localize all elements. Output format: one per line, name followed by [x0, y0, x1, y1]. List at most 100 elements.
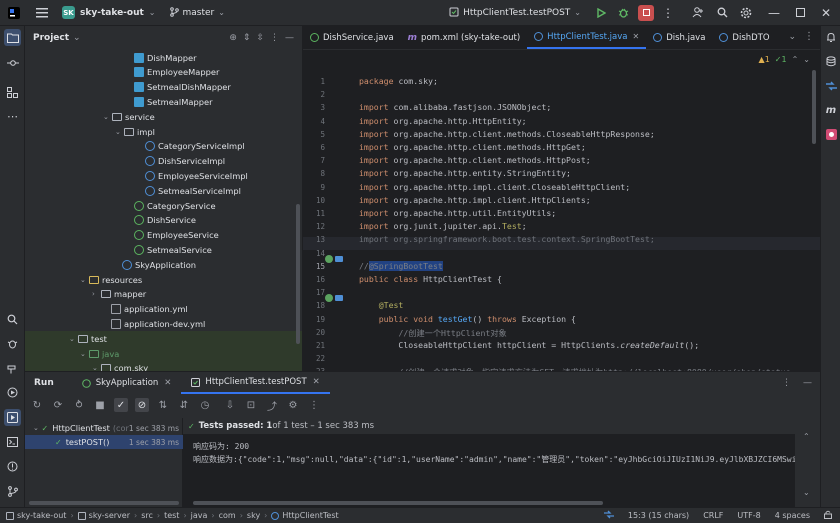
close-tab-icon[interactable]: ✕ [313, 377, 320, 387]
structure-icon[interactable] [4, 84, 21, 101]
tests-scrollbar[interactable] [29, 501, 179, 505]
tree-item[interactable]: EmployeeService [25, 228, 302, 243]
maximize-icon[interactable] [792, 5, 808, 21]
services-icon[interactable] [4, 384, 21, 401]
bean-gutter-icon[interactable] [335, 295, 343, 301]
camera-icon[interactable]: ⊡ [244, 398, 258, 412]
file-encoding[interactable]: UTF-8 [737, 511, 760, 520]
tree-item[interactable]: EmployeeServiceImpl [25, 168, 302, 183]
show-passed-check-icon[interactable]: ✓ [114, 398, 128, 412]
database-icon[interactable] [824, 54, 838, 68]
tree-item[interactable]: ⌄ service [25, 109, 302, 124]
tree-item[interactable]: EmployeeMapper [25, 65, 302, 80]
run-icon[interactable] [593, 5, 609, 21]
collapse-all-icon[interactable]: ⇳ [256, 33, 264, 43]
run-tab[interactable]: SkyApplication ✕ [72, 372, 182, 394]
more-tabs-icon[interactable]: ⋮ [804, 31, 814, 42]
breadcrumb-item[interactable]: HttpClientTest [282, 511, 338, 520]
code-area[interactable]: package com.sky; import com.alibaba.fastj… [359, 50, 814, 371]
more-options-icon[interactable]: ⋮ [782, 378, 791, 388]
editor-tab[interactable]: m pom.xml (sky-take-out) [401, 26, 528, 49]
chevron-icon[interactable]: ⌄ [80, 350, 89, 358]
tree-item[interactable]: ⌄ impl [25, 124, 302, 139]
sort-duration-icon[interactable]: ⇵ [177, 398, 191, 412]
tree-item[interactable]: application-dev.yml [25, 316, 302, 331]
export-icon[interactable]: ⤴ [265, 398, 279, 413]
run-tab[interactable]: HttpClientTest.testPOST ✕ [181, 372, 330, 394]
project-switcher[interactable]: SK sky-take-out ⌄ [62, 6, 156, 19]
chevron-down-icon[interactable]: ⌄ [33, 424, 42, 432]
tree-item[interactable]: SkyApplication [25, 257, 302, 272]
show-ignored-icon[interactable]: ⊘ [135, 398, 149, 412]
terminal-icon[interactable] [4, 433, 21, 450]
editor-tab[interactable]: DishService.java [303, 26, 401, 49]
options-icon[interactable]: ⋮ [270, 33, 279, 43]
tree-item[interactable]: SetmealMapper [25, 94, 302, 109]
bean-gutter-icon[interactable] [335, 256, 343, 262]
indent-setting[interactable]: 4 spaces [775, 511, 810, 520]
add-user-icon[interactable] [690, 5, 706, 21]
hide-panel-icon[interactable]: — [803, 378, 812, 388]
maven-icon[interactable]: m [824, 103, 838, 117]
import-tests-icon[interactable]: ⇩ [223, 398, 237, 412]
endpoints-status-icon[interactable] [603, 510, 614, 521]
close-tab-icon[interactable]: ✕ [632, 32, 639, 41]
run-test-gutter-icon[interactable] [325, 255, 333, 263]
line-separator[interactable]: CRLF [703, 511, 723, 520]
editor-scrollbar[interactable] [812, 70, 816, 144]
breadcrumb-item[interactable]: sky [247, 511, 260, 520]
tab-overflow-chevron-icon[interactable]: ⌄ [788, 32, 796, 42]
search-icon[interactable] [714, 5, 730, 21]
run-tool-icon[interactable] [4, 409, 21, 426]
more-tools-icon[interactable]: ⋯ [4, 108, 21, 125]
sort-alpha-icon[interactable]: ⇅ [156, 398, 170, 412]
breadcrumb-item[interactable]: sky-server [89, 511, 130, 520]
stop-button[interactable] [638, 4, 654, 21]
project-tool-folder-icon[interactable] [4, 29, 21, 46]
tree-item[interactable]: DishMapper [25, 50, 302, 65]
project-scrollbar[interactable] [296, 204, 300, 344]
git-icon[interactable] [4, 483, 21, 500]
breadcrumb-item[interactable]: src [141, 511, 153, 520]
tree-item[interactable]: SetmealServiceImpl [25, 183, 302, 198]
chevron-icon[interactable]: ⌄ [80, 276, 89, 284]
breadcrumb-item[interactable]: sky-take-out [17, 511, 66, 520]
tree-item[interactable]: DishService [25, 213, 302, 228]
chevron-icon[interactable]: ⌄ [69, 335, 78, 343]
more-actions-icon[interactable]: ⋮ [660, 5, 676, 21]
tree-item[interactable]: CategoryServiceImpl [25, 139, 302, 154]
console-h-scrollbar[interactable] [193, 501, 603, 505]
build-hammer-icon[interactable] [4, 360, 21, 377]
chevron-icon[interactable]: ⌄ [115, 128, 124, 136]
plugin-icon[interactable] [824, 127, 838, 141]
main-menu-icon[interactable] [34, 5, 50, 21]
toggle-auto-test-icon[interactable]: ⥁ [72, 398, 86, 412]
debug-tool-icon[interactable] [4, 335, 21, 352]
settings-gear-icon[interactable] [738, 5, 754, 21]
notifications-bell-icon[interactable] [824, 30, 838, 44]
more-options-icon[interactable]: ⋮ [307, 398, 321, 412]
tree-item[interactable]: ⌄ test [25, 331, 302, 347]
editor-tab[interactable]: DishDTO [712, 26, 776, 49]
chevron-down-icon[interactable]: ⌄ [73, 33, 81, 43]
rerun-icon[interactable]: ↻ [30, 398, 44, 412]
chevron-up-icon[interactable]: ⌃ [803, 432, 810, 441]
test-result-row[interactable]: ⌄ ✓ HttpClientTest (cor 1 sec 383 ms [25, 421, 183, 435]
close-icon[interactable]: ✕ [818, 5, 834, 21]
chevron-down-icon[interactable]: ⌄ [803, 488, 810, 497]
problems-icon[interactable] [4, 458, 21, 475]
debug-icon[interactable] [615, 5, 631, 21]
tree-item[interactable]: SetmealService [25, 242, 302, 257]
chevron-icon[interactable]: ⌄ [92, 364, 101, 371]
history-clock-icon[interactable]: ◷ [198, 398, 212, 412]
settings-gear-icon[interactable]: ⚙ [286, 398, 300, 412]
breadcrumb-item[interactable]: java [191, 511, 208, 520]
expand-all-icon[interactable]: ⇕ [243, 33, 251, 43]
rerun-failed-icon[interactable]: ⟳ [51, 398, 65, 412]
run-test-gutter-icon[interactable] [325, 294, 333, 302]
stop-test-icon[interactable]: ■ [93, 398, 107, 412]
chevron-icon[interactable]: ⌄ [103, 113, 112, 121]
breadcrumb-item[interactable]: test [164, 511, 179, 520]
editor-tab[interactable]: HttpClientTest.java ✕ [527, 26, 647, 49]
editor-tab[interactable]: Dish.java [646, 26, 712, 49]
